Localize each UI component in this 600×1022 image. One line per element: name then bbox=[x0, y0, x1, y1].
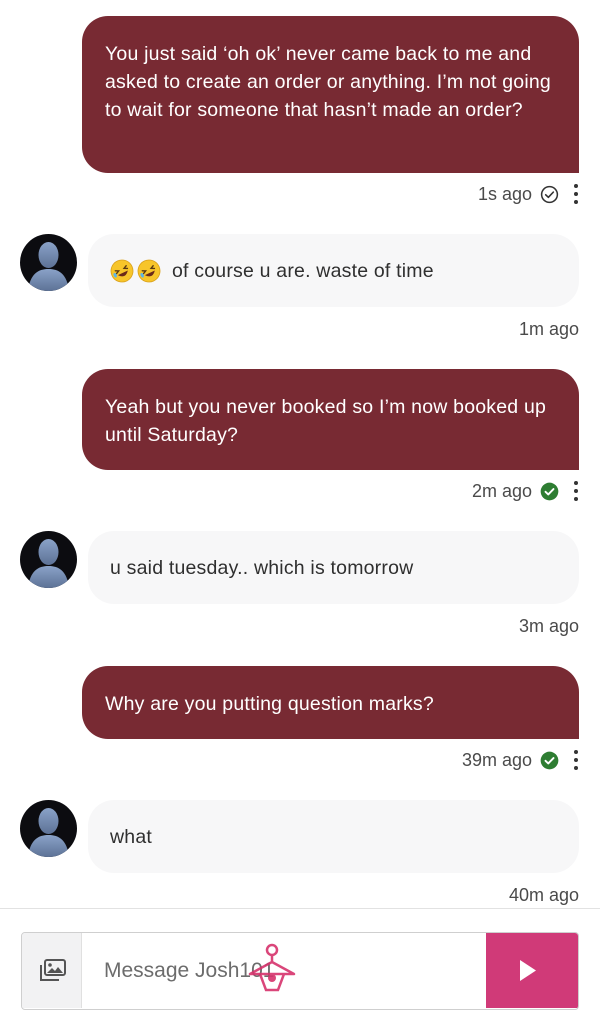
incoming-message[interactable]: of course u are. waste of time bbox=[88, 234, 579, 307]
chat-thread: You just said ‘oh ok’ never came back to… bbox=[0, 0, 600, 908]
message-meta: 2m ago bbox=[472, 479, 579, 503]
outgoing-message[interactable]: Why are you putting question marks? bbox=[82, 666, 579, 739]
outgoing-message[interactable]: You just said ‘oh ok’ never came back to… bbox=[82, 16, 579, 173]
rolling-on-floor-laughing-emoji bbox=[110, 259, 134, 282]
message-time: 3m ago bbox=[518, 615, 579, 636]
message-options-icon[interactable] bbox=[573, 481, 579, 501]
message-meta: 3m ago bbox=[519, 614, 579, 638]
attach-media-button[interactable] bbox=[22, 933, 82, 1008]
message-time: 40m ago bbox=[508, 884, 579, 905]
message-text: what bbox=[110, 825, 152, 848]
message-time: 1s ago bbox=[477, 183, 532, 204]
avatar[interactable] bbox=[20, 800, 77, 857]
message-time: 39m ago bbox=[461, 749, 532, 770]
message-text: You just said ‘oh ok’ never came back to… bbox=[105, 43, 551, 121]
message-time: 1m ago bbox=[518, 318, 579, 339]
message-text: Yeah but you never booked so I’m now boo… bbox=[105, 396, 547, 446]
message-text: of course u are. waste of time bbox=[172, 259, 434, 282]
read-check-icon bbox=[540, 751, 559, 769]
message-meta: 1m ago bbox=[519, 317, 579, 341]
rolling-on-floor-laughing-emoji bbox=[137, 259, 161, 282]
composer-divider bbox=[0, 908, 600, 909]
message-text: Why are you putting question marks? bbox=[105, 693, 434, 715]
avatar[interactable] bbox=[20, 234, 77, 291]
message-meta: 40m ago bbox=[509, 883, 579, 907]
message-meta: 1s ago bbox=[478, 182, 579, 206]
image-gallery-icon bbox=[39, 958, 66, 981]
send-button[interactable] bbox=[486, 933, 578, 1008]
message-composer bbox=[21, 932, 579, 1010]
incoming-message[interactable]: what bbox=[88, 800, 579, 873]
message-meta: 39m ago bbox=[462, 748, 579, 772]
message-options-icon[interactable] bbox=[573, 184, 579, 204]
default-avatar-icon bbox=[28, 242, 69, 291]
watermark-logo bbox=[248, 943, 296, 992]
message-time: 2m ago bbox=[471, 480, 532, 501]
message-options-icon[interactable] bbox=[573, 750, 579, 770]
incoming-message[interactable]: u said tuesday.. which is tomorrow bbox=[88, 531, 579, 604]
avatar[interactable] bbox=[20, 531, 77, 588]
sent-check-icon bbox=[540, 185, 559, 203]
read-check-icon bbox=[540, 482, 559, 500]
outgoing-message[interactable]: Yeah but you never booked so I’m now boo… bbox=[82, 369, 579, 470]
emoji-group bbox=[110, 259, 164, 283]
default-avatar-icon bbox=[28, 539, 69, 588]
default-avatar-icon bbox=[28, 808, 69, 857]
message-text: u said tuesday.. which is tomorrow bbox=[110, 556, 414, 579]
send-icon bbox=[520, 960, 536, 981]
